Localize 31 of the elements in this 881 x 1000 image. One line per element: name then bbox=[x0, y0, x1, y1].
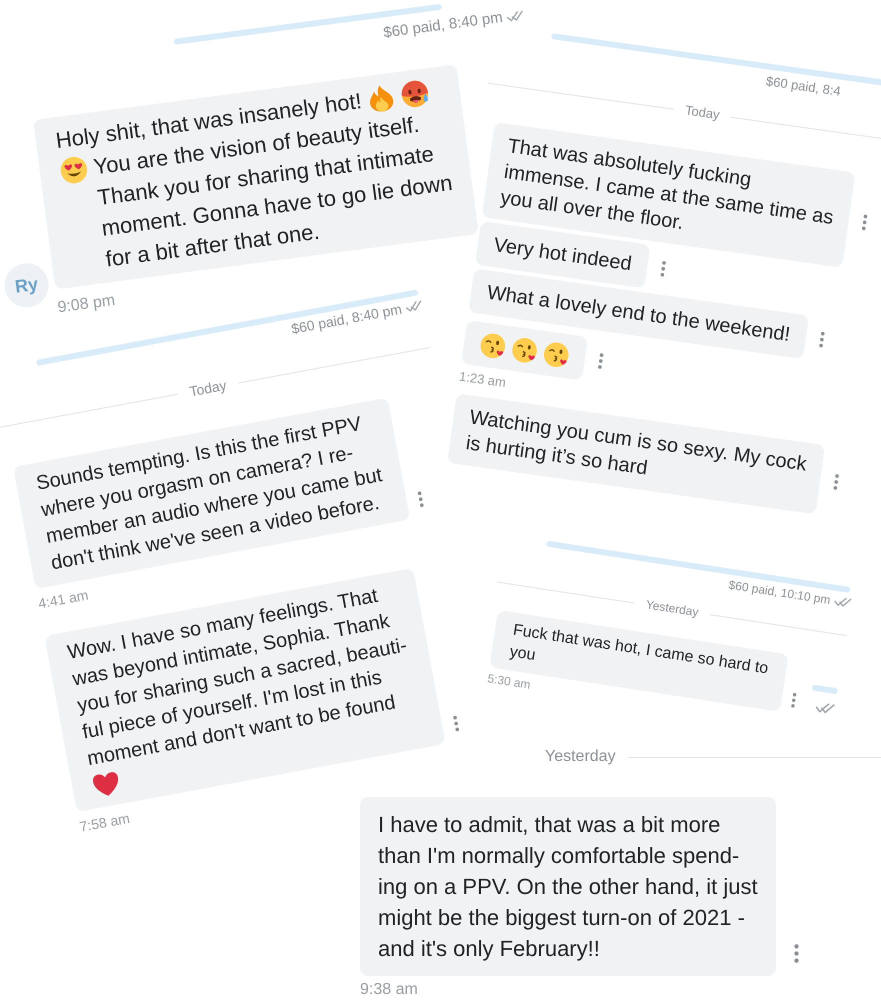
message-time: 7:58 am bbox=[78, 810, 131, 836]
payment-status: $60 paid, 8:4 bbox=[764, 72, 842, 101]
more-options-icon[interactable] bbox=[794, 944, 799, 963]
more-options-icon[interactable] bbox=[790, 692, 797, 708]
date-label: Today bbox=[188, 376, 228, 402]
date-label: Yesterday bbox=[545, 747, 616, 767]
message-time: 1:23 am bbox=[458, 370, 507, 390]
kissing-face-icon bbox=[478, 331, 508, 361]
payment-status: $60 paid, 8:40 pm bbox=[382, 8, 504, 44]
message-time: 4:41 am bbox=[37, 588, 90, 612]
more-options-icon[interactable] bbox=[833, 474, 840, 490]
payment-status: $60 paid, 10:10 pm bbox=[727, 576, 832, 610]
hot-face-icon bbox=[399, 78, 431, 110]
date-label: Yesterday bbox=[644, 596, 700, 622]
date-label: Today bbox=[684, 101, 721, 124]
message-time: 9:08 pm bbox=[56, 292, 116, 317]
message-text: Watching you cum is so sexy. My cock is hurting it’s so hard bbox=[464, 406, 808, 482]
highlight-bar bbox=[811, 684, 838, 694]
kissing-face-icon bbox=[542, 340, 571, 370]
payment-status: $60 paid, 8:40 pm bbox=[290, 300, 404, 339]
more-options-icon[interactable] bbox=[862, 214, 868, 231]
more-options-icon[interactable] bbox=[660, 260, 666, 278]
message-text: What a lovely end to the weekend! bbox=[485, 280, 792, 348]
kissing-face-icon bbox=[510, 336, 540, 365]
more-options-icon[interactable] bbox=[598, 352, 604, 370]
more-options-icon[interactable] bbox=[418, 490, 424, 508]
more-options-icon[interactable] bbox=[818, 331, 825, 348]
message-text: I have to admit, that was a bit more than I'm normally comfortable spend- ing on a PPV. On the other hand, it just might be the biggest turn-on of 2021 - and it's only February!! bbox=[378, 811, 758, 963]
message-time: 9:38 am bbox=[360, 981, 418, 999]
more-options-icon[interactable] bbox=[452, 715, 460, 732]
message-text: Sounds tempting. Is this the first PPV where you orgasm on camera? I re- member an audio where you came but don't think we've seen a video before. bbox=[34, 412, 385, 576]
